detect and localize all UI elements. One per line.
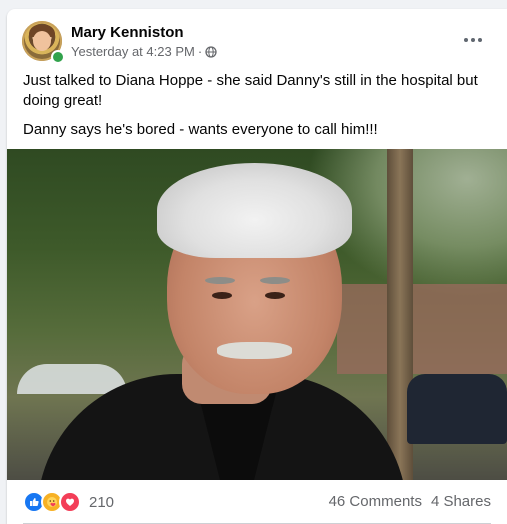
post-meta: Yesterday at 4:23 PM · [71,44,217,59]
post-header: Mary Kenniston Yesterday at 4:23 PM · [7,9,507,71]
post-footer: 210 46 Comments 4 Shares [7,480,507,524]
photo-left-eyebrow [205,277,235,284]
post-paragraph-2: Danny says he's bored - wants everyone t… [23,121,378,138]
photo-car [407,374,507,444]
post-text: Just talked to Diana Hoppe - she said Da… [23,71,493,149]
avatar-face [33,31,51,51]
engagement-counts: 46 Comments 4 Shares [329,493,491,510]
photo-mustache [217,342,292,359]
photo-right-eyebrow [260,277,290,284]
photo-white-hair [157,163,352,258]
shares-count-link[interactable]: 4 Shares [431,493,491,510]
author-avatar[interactable] [22,21,65,64]
more-options-icon[interactable] [455,28,491,52]
feed-post: Mary Kenniston Yesterday at 4:23 PM · Ju… [7,9,507,524]
photo-right-eye [265,292,285,299]
comments-count-link[interactable]: 46 Comments [329,493,422,510]
photo-building [337,284,507,374]
globe-icon[interactable] [205,45,217,58]
online-status-icon [51,50,65,64]
photo-left-eye [212,292,232,299]
post-paragraph-1: Just talked to Diana Hoppe - she said Da… [23,72,478,109]
author-name[interactable]: Mary Kenniston [71,24,184,41]
love-icon [59,491,81,513]
meta-separator: · [197,44,203,59]
reactions-summary[interactable]: 210 [23,491,114,513]
post-photo[interactable] [7,149,507,480]
post-timestamp[interactable]: Yesterday at 4:23 PM [71,44,195,59]
reaction-count: 210 [89,493,115,511]
